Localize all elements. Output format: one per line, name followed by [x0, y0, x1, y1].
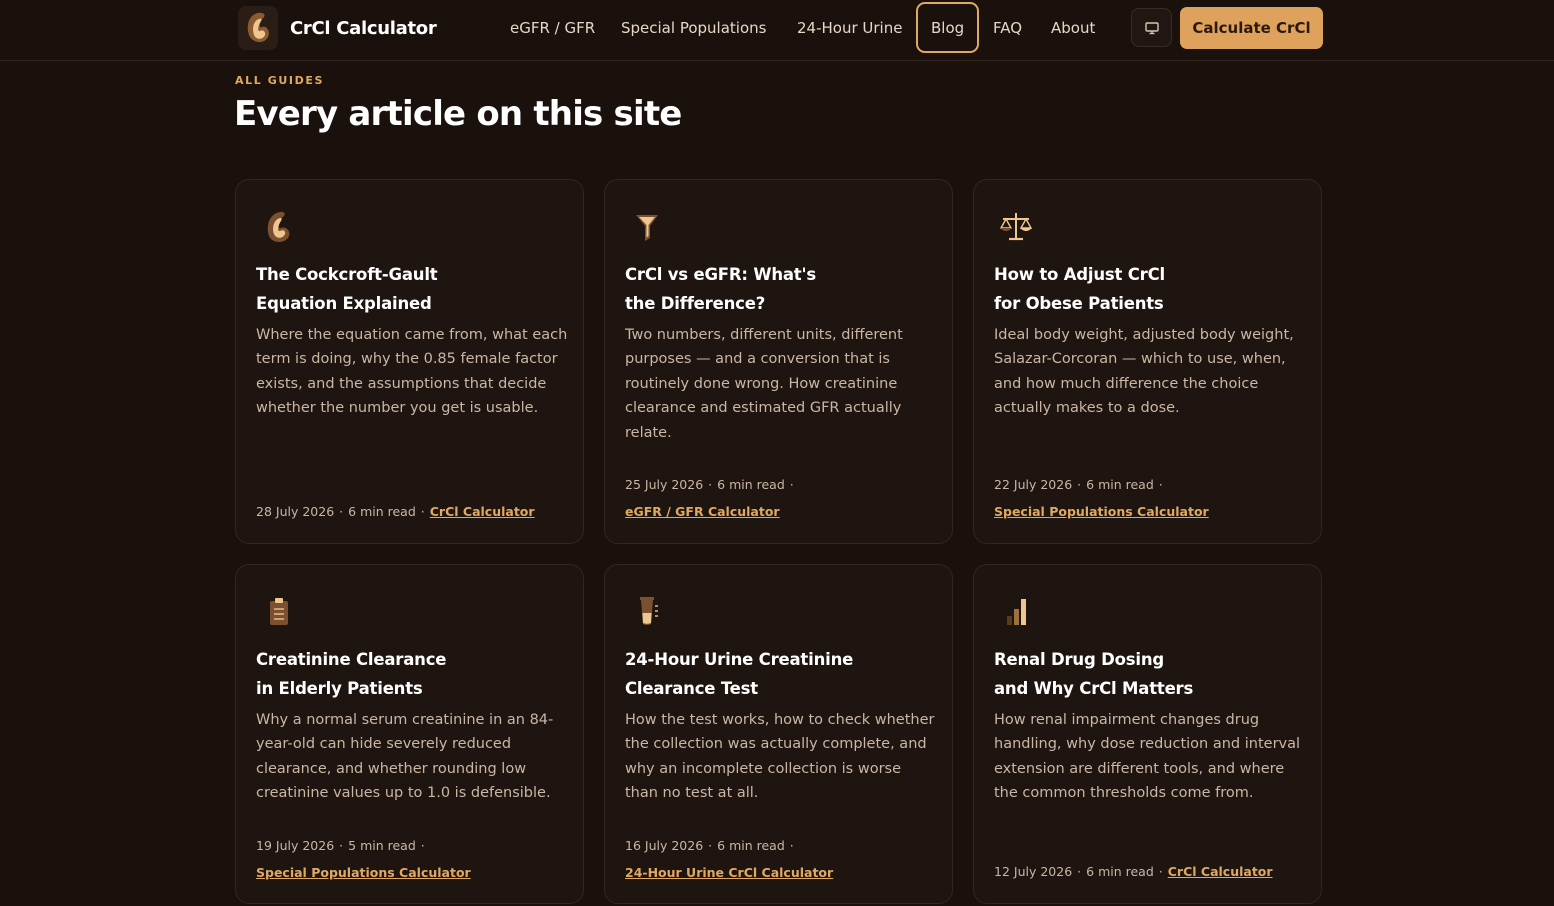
nav-about[interactable]: About: [1051, 0, 1095, 56]
article-related-link[interactable]: CrCl Calculator: [430, 504, 535, 519]
urine-container-icon: [640, 597, 658, 625]
article-read-time: 6 min read: [348, 504, 416, 519]
article-description: Why a normal serum creatinine in an 84-y…: [256, 712, 554, 802]
article-card[interactable]: 24-Hour Urine Creatinine Clearance Test …: [604, 564, 953, 904]
clipboard-icon: [270, 598, 288, 625]
article-card[interactable]: CrCl vs eGFR: What's the Difference? Two…: [604, 179, 953, 544]
kidney-logo-icon: [238, 6, 278, 50]
scale-icon: [999, 213, 1033, 241]
article-meta: 16 July 2026 · 6 min read · 24-Hour Urine Cr…: [625, 838, 834, 880]
article-description: How the test works, how to check whether…: [625, 712, 935, 802]
nav-faq[interactable]: FAQ: [993, 0, 1022, 56]
article-read-time: 6 min read: [1086, 477, 1154, 492]
article-read-time: 6 min read: [717, 477, 785, 492]
bar-chart-icon: [1007, 599, 1026, 625]
article-meta: 22 July 2026 · 6 min read · Special Populati…: [994, 477, 1209, 519]
article-card[interactable]: The Cockcroft-Gault Equation Explained W…: [235, 179, 584, 544]
brand-home-link[interactable]: CrCl Calculator: [238, 6, 437, 50]
article-card[interactable]: Creatinine Clearance in Elderly Patients…: [235, 564, 584, 904]
article-meta: 12 July 2026 · 6 min read · CrCl Calculator: [994, 864, 1273, 879]
article-description: Two numbers, different units, different …: [625, 327, 903, 441]
article-date: 28 July 2026: [256, 504, 335, 519]
nav-24-hour-urine[interactable]: 24-Hour Urine: [797, 0, 902, 56]
article-related-link[interactable]: Special Populations Calculator: [256, 865, 471, 880]
article-title[interactable]: Creatinine Clearance in Elderly Patients: [256, 645, 556, 703]
article-date: 19 July 2026: [256, 838, 335, 853]
article-related-link[interactable]: Special Populations Calculator: [994, 504, 1209, 519]
brand-name: CrCl Calculator: [290, 17, 437, 39]
article-read-time: 6 min read: [717, 838, 785, 853]
article-related-link[interactable]: CrCl Calculator: [1168, 864, 1273, 879]
article-related-link[interactable]: 24-Hour Urine CrCl Calculator: [625, 865, 833, 880]
article-title[interactable]: The Cockcroft-Gault Equation Explained: [256, 260, 556, 318]
article-date: 22 July 2026: [994, 477, 1073, 492]
theme-toggle-button[interactable]: [1131, 8, 1172, 47]
article-title[interactable]: 24-Hour Urine Creatinine Clearance Test: [625, 645, 925, 703]
calculate-crcl-button[interactable]: Calculate CrCl: [1180, 7, 1323, 49]
article-meta: 28 July 2026 · 6 min read · CrCl Calculator: [256, 504, 535, 519]
article-meta: 19 July 2026 · 5 min read · Special Populati…: [256, 838, 471, 880]
article-title[interactable]: CrCl vs eGFR: What's the Difference?: [625, 260, 925, 318]
nav-egfr[interactable]: eGFR / GFR: [510, 0, 595, 56]
article-related-link[interactable]: eGFR / GFR Calculator: [625, 504, 780, 519]
article-read-time: 5 min read: [348, 838, 416, 853]
article-title[interactable]: Renal Drug Dosing and Why CrCl Matters: [994, 645, 1294, 703]
page-title: Every article on this site: [234, 94, 682, 134]
eyebrow-label: ALL GUIDES: [235, 74, 324, 87]
site-header: CrCl Calculator eGFR / GFR Special Popul…: [0, 0, 1554, 61]
article-title[interactable]: How to Adjust CrCl for Obese Patients: [994, 260, 1294, 318]
article-date: 16 July 2026: [625, 838, 704, 853]
article-date: 25 July 2026: [625, 477, 704, 492]
article-card[interactable]: How to Adjust CrCl for Obese Patients Id…: [973, 179, 1322, 544]
article-description: Ideal body weight, adjusted body weight,…: [994, 327, 1294, 417]
funnel-icon: [636, 215, 658, 241]
nav-blog[interactable]: Blog: [916, 2, 980, 53]
article-card[interactable]: Renal Drug Dosing and Why CrCl Matters H…: [973, 564, 1322, 904]
monitor-icon: [1144, 21, 1159, 34]
article-read-time: 6 min read: [1086, 864, 1154, 879]
kidney-icon: [267, 211, 290, 242]
article-description: How renal impairment changes drug handli…: [994, 712, 1301, 802]
nav-special-populations[interactable]: Special Populations: [621, 0, 766, 56]
article-description: Where the equation came from, what each …: [256, 327, 568, 417]
article-date: 12 July 2026: [994, 864, 1073, 879]
article-meta: 25 July 2026 · 6 min read · eGFR / GFR Calcu…: [625, 477, 794, 519]
